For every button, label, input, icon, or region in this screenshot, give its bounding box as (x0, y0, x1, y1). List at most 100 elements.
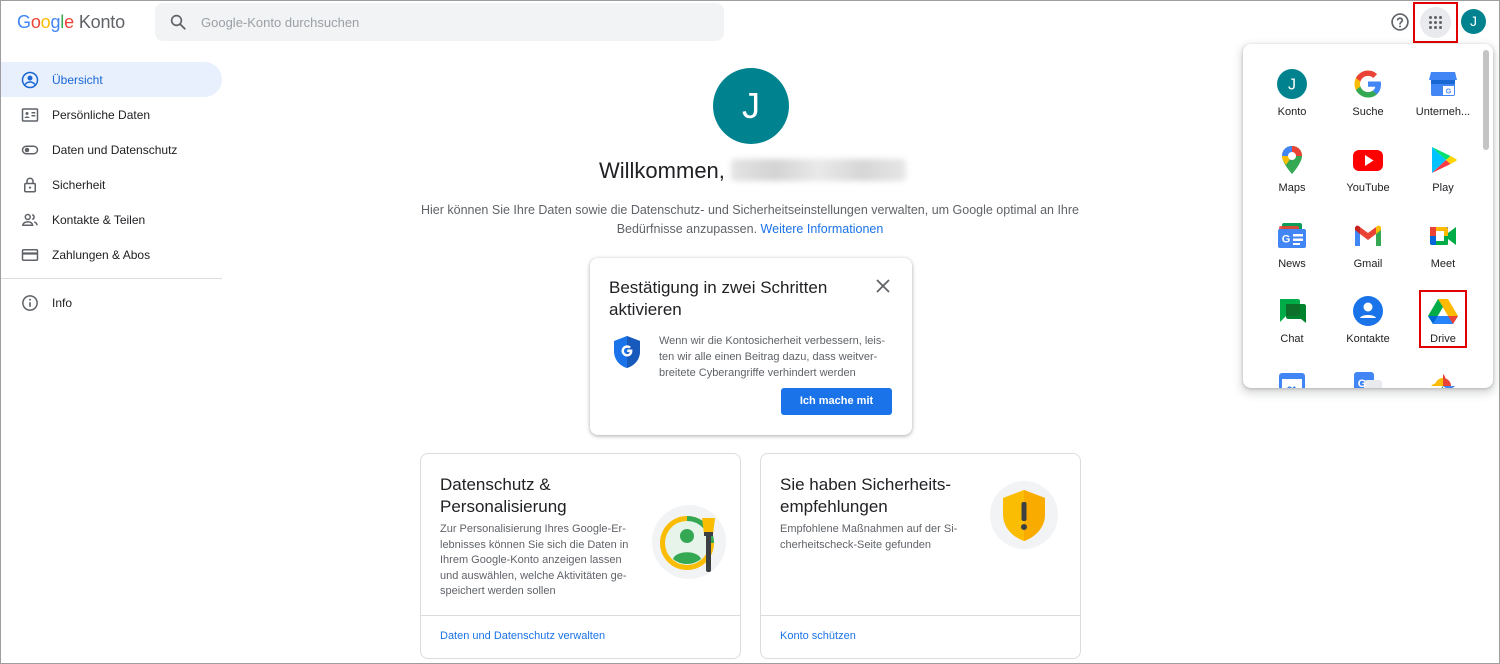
lock-icon (24, 177, 36, 193)
account-circle-icon (21, 71, 39, 89)
two-step-text: Wenn wir die Kontosicherheit verbessern,… (659, 335, 886, 379)
gmail-icon (1355, 225, 1381, 246)
account-avatar-button[interactable]: J (1461, 9, 1486, 34)
sidebar-item-label: Zahlungen & Abos (52, 248, 151, 262)
translate-icon: G (1354, 372, 1382, 388)
manage-privacy-link[interactable]: Daten und Datenschutz verwalten (440, 630, 605, 642)
help-icon[interactable] (1390, 12, 1410, 32)
app-chat[interactable]: Chat (1260, 289, 1324, 357)
app-label: Kontakte (1346, 333, 1390, 345)
app-unternehmensprofil[interactable]: G Unterneh... (1411, 62, 1475, 130)
sidebar-divider (0, 278, 222, 279)
warning-shield-icon (990, 481, 1058, 549)
two-step-title: Bestätigung in zwei Schritten aktivieren (609, 278, 828, 319)
app-news[interactable]: G News (1260, 214, 1324, 282)
app-label: News (1278, 258, 1306, 270)
app-translate[interactable]: G (1336, 364, 1400, 388)
sidebar-item-sicherheit[interactable]: Sicherheit (0, 167, 222, 202)
security-recommendations-card[interactable]: Sie haben Sicherheits-empfehlungen Empfo… (760, 453, 1081, 659)
credit-card-icon (21, 249, 39, 261)
sidebar-item-persoenliche-daten[interactable]: Persönliche Daten (0, 97, 222, 132)
photos-icon (1431, 374, 1455, 388)
contacts-icon (1353, 296, 1383, 326)
sidebar-item-label: Info (52, 296, 73, 310)
sidebar-item-label: Übersicht (52, 73, 103, 87)
app-label: YouTube (1346, 182, 1390, 194)
sidebar-nav: Übersicht Persönliche Daten Daten und Da… (0, 62, 222, 320)
svg-text:G: G (1358, 378, 1367, 388)
svg-text:G: G (1282, 234, 1291, 246)
search-input[interactable] (201, 3, 701, 41)
google-apps-button[interactable] (1413, 2, 1458, 43)
blurred-user-name (730, 159, 906, 181)
app-label: Konto (1277, 106, 1307, 118)
privacy-illustration-icon (652, 505, 726, 579)
app-label: Play (1432, 182, 1454, 194)
app-kontakte[interactable]: Kontakte (1336, 289, 1400, 357)
sidebar-item-uebersicht[interactable]: Übersicht (0, 62, 222, 97)
welcome-text: Willkommen, (599, 158, 725, 183)
app-maps[interactable]: Maps (1260, 138, 1324, 206)
youtube-icon (1353, 150, 1383, 171)
protect-account-link[interactable]: Konto schützen (780, 630, 856, 642)
id-card-icon (21, 108, 39, 122)
app-calendar[interactable]: 31 (1260, 364, 1324, 388)
privacy-personalization-card[interactable]: Datenschutz & Personalisierung Zur Perso… (420, 453, 741, 659)
apps-grid-icon (1420, 7, 1451, 38)
meet-icon (1430, 227, 1456, 245)
play-store-icon (1432, 147, 1457, 173)
app-play[interactable]: Play (1411, 138, 1475, 206)
app-label: Suche (1352, 106, 1384, 118)
app-label: Meet (1430, 258, 1456, 270)
sidebar-item-zahlungen-abos[interactable]: Zahlungen & Abos (0, 237, 222, 272)
app-label: Unterneh... (1415, 106, 1471, 118)
chat-icon (1280, 299, 1306, 323)
sidebar-item-label: Daten und Datenschutz (52, 143, 178, 157)
more-info-link[interactable]: Weitere Informationen (761, 222, 884, 236)
app-youtube[interactable]: YouTube (1336, 138, 1400, 206)
search-bar[interactable] (155, 3, 724, 41)
svg-text:31: 31 (1287, 385, 1297, 388)
account-app-icon: J (1277, 69, 1307, 99)
security-card-desc: Empfohlene Maßnahmen auf der Si-cherheit… (780, 523, 958, 551)
svg-text:J: J (1288, 77, 1296, 94)
business-profile-icon: G (1429, 72, 1457, 96)
card-divider (421, 615, 740, 616)
close-icon[interactable] (875, 278, 891, 294)
security-card-title: Sie haben Sicherheits-empfehlungen (780, 475, 952, 516)
toggle-icon (21, 145, 39, 155)
sidebar-item-info[interactable]: Info (0, 285, 222, 320)
apps-panel-scrollbar[interactable] (1483, 50, 1489, 150)
profile-avatar[interactable]: J (713, 68, 789, 144)
google-search-icon (1354, 70, 1381, 98)
app-photos[interactable] (1411, 364, 1475, 388)
sidebar-item-kontakte-teilen[interactable]: Kontakte & Teilen (0, 202, 222, 237)
card-divider (761, 615, 1080, 616)
logo-konto: Konto (78, 12, 125, 32)
intro-text: Hier können Sie Ihre Daten sowie die Dat… (420, 201, 1080, 239)
people-icon (21, 213, 38, 226)
sidebar-item-label: Kontakte & Teilen (52, 213, 146, 227)
app-gmail[interactable]: Gmail (1336, 214, 1400, 282)
two-step-verification-card: Bestätigung in zwei Schritten aktivieren… (590, 258, 912, 435)
join-button[interactable]: Ich mache mit (781, 388, 892, 415)
app-suche[interactable]: Suche (1336, 62, 1400, 130)
drive-highlight-box (1419, 290, 1467, 348)
app-konto[interactable]: J Konto (1260, 62, 1324, 130)
app-label: Gmail (1353, 258, 1383, 270)
privacy-card-desc: Zur Personalisierung Ihres Google-Er-leb… (440, 523, 629, 597)
welcome-heading: Willkommen, (599, 158, 906, 184)
top-bar: GoogleKonto J (0, 0, 1500, 44)
sidebar-item-label: Sicherheit (52, 178, 106, 192)
app-label: Maps (1278, 182, 1306, 194)
maps-icon (1282, 146, 1302, 174)
calendar-icon: 31 (1279, 373, 1305, 388)
intro-body: Hier können Sie Ihre Daten sowie die Dat… (420, 203, 1079, 236)
sidebar-item-daten-und-datenschutz[interactable]: Daten und Datenschutz (0, 132, 222, 167)
sidebar-item-label: Persönliche Daten (52, 108, 151, 122)
logo-google: Google (17, 12, 74, 32)
app-meet[interactable]: Meet (1411, 214, 1475, 282)
google-konto-logo[interactable]: Google Konto (17, 12, 125, 33)
svg-text:G: G (1446, 89, 1452, 96)
google-shield-icon (614, 336, 640, 368)
